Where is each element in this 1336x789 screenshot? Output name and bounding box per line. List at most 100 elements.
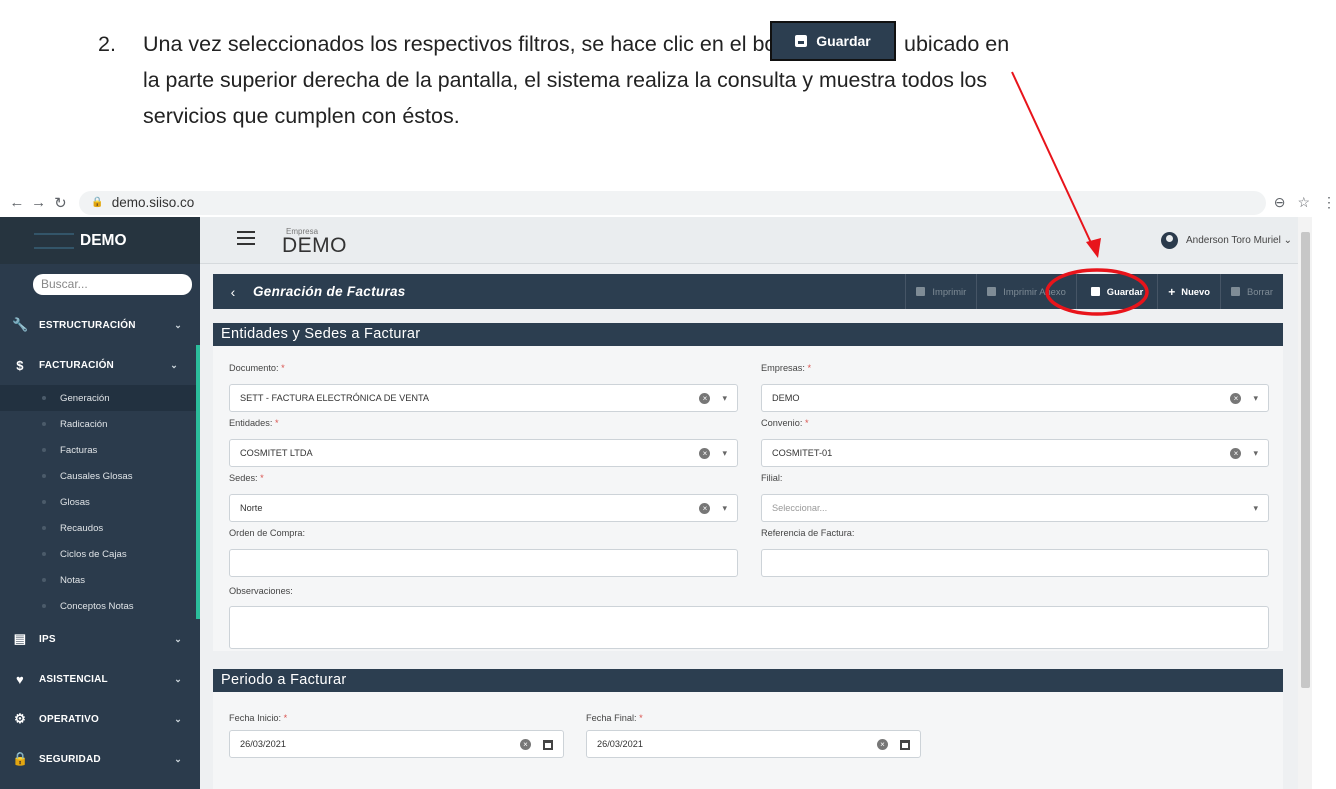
- url-text: demo.siiso.co: [111, 195, 195, 210]
- new-button[interactable]: + Nuevo: [1157, 274, 1220, 309]
- forward-arrow-icon[interactable]: →: [28, 194, 50, 211]
- sidebar-item-recaudos[interactable]: Recaudos: [0, 515, 196, 541]
- section-label: ESTRUCTURACIÓN: [39, 319, 136, 331]
- section-label: SEGURIDAD: [39, 753, 101, 765]
- periodo-panel: Fecha Inicio: * 26/03/2021 × Fecha Final:…: [213, 692, 1283, 789]
- clear-icon[interactable]: ×: [699, 393, 711, 405]
- user-menu[interactable]: Anderson Toro Muriel ⌄: [1160, 232, 1292, 249]
- user-avatar-icon: [1160, 232, 1178, 249]
- chevron-down-icon[interactable]: ▾: [722, 448, 727, 458]
- save-label: Guardar: [1106, 286, 1144, 297]
- chevron-down-icon[interactable]: ▾: [1253, 393, 1258, 403]
- sedes-select[interactable]: Norte × ▾: [229, 494, 738, 522]
- sidebar-item-notas[interactable]: Notas: [0, 567, 196, 593]
- instruction-line1-end: ubicado en: [904, 32, 1010, 56]
- chevron-down-icon[interactable]: ▾: [722, 393, 727, 403]
- page-scrollbar[interactable]: [1298, 217, 1312, 789]
- orden-compra-input[interactable]: [229, 549, 738, 577]
- section-header-entidades: Entidades y Sedes a Facturar: [213, 323, 1283, 346]
- fecha-final-input[interactable]: 26/03/2021 ×: [586, 730, 921, 758]
- entidades-label: Entidades: *: [229, 418, 279, 428]
- fecha-inicio-value: 26/03/2021: [240, 739, 286, 749]
- sidebar-item-generacion[interactable]: Generación: [0, 385, 196, 411]
- sedes-value: Norte: [240, 503, 263, 513]
- sidebar-item-conceptos-notas[interactable]: Conceptos Notas: [0, 593, 196, 619]
- back-chevron-icon[interactable]: ‹: [213, 284, 253, 300]
- referencia-factura-input[interactable]: [761, 549, 1269, 577]
- logo-text: DEMO: [80, 231, 127, 249]
- app-logo[interactable]: DEMO: [0, 217, 200, 264]
- trash-icon: [1230, 287, 1240, 296]
- new-label: Nuevo: [1181, 286, 1210, 297]
- clear-icon[interactable]: ×: [699, 448, 711, 460]
- url-bar[interactable]: 🔒 demo.siiso.co: [79, 190, 1266, 215]
- chevron-down-icon: ⌄: [174, 673, 182, 684]
- observaciones-textarea[interactable]: [229, 606, 1269, 649]
- instruction-number: 2.: [98, 32, 116, 56]
- clear-icon[interactable]: ×: [520, 739, 531, 751]
- sidebar-search-input[interactable]: Buscar...: [33, 274, 192, 295]
- print-annex-button[interactable]: Imprimir Anexo: [976, 274, 1076, 309]
- menu-toggle-icon[interactable]: [237, 231, 255, 245]
- sedes-label: Sedes: *: [229, 473, 264, 483]
- clipboard-icon: ▤: [13, 631, 27, 646]
- documento-select[interactable]: SETT - FACTURA ELECTRÓNICA DE VENTA × ▾: [229, 384, 738, 412]
- cogs-icon: ⚙: [14, 711, 26, 726]
- back-arrow-icon[interactable]: ←: [6, 194, 28, 211]
- sidebar-section-asistencial[interactable]: ♥ ASISTENCIAL ⌄: [0, 659, 200, 699]
- orden-compra-label: Orden de Compra:: [229, 528, 306, 538]
- chevron-down-icon[interactable]: ▾: [722, 503, 727, 513]
- calendar-icon[interactable]: [900, 739, 910, 750]
- clear-icon[interactable]: ×: [1230, 448, 1242, 460]
- empresas-value: DEMO: [772, 393, 800, 403]
- star-icon[interactable]: ☆: [1297, 194, 1310, 211]
- sidebar-item-radicacion[interactable]: Radicación: [0, 411, 196, 437]
- convenio-select[interactable]: COSMITET-01 × ▾: [761, 439, 1269, 467]
- chevron-down-icon[interactable]: ▾: [1253, 503, 1258, 513]
- entidades-value: COSMITET LTDA: [240, 448, 313, 458]
- page-toolbar: ‹ Genración de Facturas Imprimir Imprimi…: [213, 274, 1283, 309]
- extension-icon[interactable]: ⋮: [1322, 194, 1336, 211]
- clear-icon[interactable]: ×: [877, 739, 888, 751]
- zoom-icon[interactable]: ⊖: [1274, 194, 1286, 211]
- sidebar-section-operativo[interactable]: ⚙ OPERATIVO ⌄: [0, 699, 200, 739]
- convenio-value: COSMITET-01: [772, 448, 833, 458]
- delete-button[interactable]: Borrar: [1219, 274, 1283, 309]
- sidebar-section-ips[interactable]: ▤ IPS ⌄: [0, 619, 200, 659]
- scrollbar-thumb[interactable]: [1301, 232, 1310, 688]
- wrench-icon: 🔧: [12, 317, 29, 332]
- calendar-icon[interactable]: [543, 739, 553, 750]
- sidebar-item-ciclos-de-cajas[interactable]: Ciclos de Cajas: [0, 541, 196, 567]
- section-label: ASISTENCIAL: [39, 673, 108, 685]
- convenio-label: Convenio: *: [761, 418, 809, 428]
- empresas-select[interactable]: DEMO × ▾: [761, 384, 1269, 412]
- sidebar-item-glosas[interactable]: Glosas: [0, 489, 196, 515]
- sidebar-section-estructuracion[interactable]: 🔧 ESTRUCTURACIÓN ⌄: [0, 305, 200, 345]
- print-label: Imprimir: [932, 286, 967, 297]
- filial-placeholder: Seleccionar...: [772, 503, 828, 513]
- section-label: FACTURACIÓN: [39, 359, 114, 371]
- clear-icon[interactable]: ×: [1230, 393, 1242, 405]
- entidades-select[interactable]: COSMITET LTDA × ▾: [229, 439, 738, 467]
- save-button[interactable]: Guardar: [1075, 274, 1157, 309]
- chevron-down-icon: ⌄: [174, 753, 182, 764]
- instruction-line2: la parte superior derecha de la pantalla…: [143, 68, 988, 92]
- sidebar-item-facturas[interactable]: Facturas: [0, 437, 196, 463]
- fecha-inicio-input[interactable]: 26/03/2021 ×: [229, 730, 564, 758]
- sidebar: DEMO Buscar... 🔧 ESTRUCTURACIÓN ⌄ $ FACT…: [0, 217, 200, 789]
- heartbeat-icon: ♥: [16, 671, 24, 687]
- save-icon: [795, 35, 808, 47]
- print-button[interactable]: Imprimir: [905, 274, 976, 309]
- sidebar-section-facturacion[interactable]: $ FACTURACIÓN ⌄: [0, 345, 196, 385]
- clear-icon[interactable]: ×: [699, 503, 711, 515]
- referencia-factura-label: Referencia de Factura:: [761, 528, 855, 538]
- sidebar-section-seguridad[interactable]: 🔒 SEGURIDAD ⌄: [0, 739, 200, 779]
- user-name: Anderson Toro Muriel ⌄: [1185, 235, 1292, 246]
- filial-select[interactable]: Seleccionar... ▾: [761, 494, 1269, 522]
- chevron-down-icon[interactable]: ▾: [1253, 448, 1258, 458]
- sidebar-item-causales-glosas[interactable]: Causales Glosas: [0, 463, 196, 489]
- fecha-inicio-label: Fecha Inicio: *: [229, 713, 288, 723]
- instruction-line3: servicios que cumplen con éstos.: [143, 104, 460, 128]
- chevron-down-icon: ⌄: [174, 713, 182, 724]
- reload-icon[interactable]: ↻: [50, 194, 72, 212]
